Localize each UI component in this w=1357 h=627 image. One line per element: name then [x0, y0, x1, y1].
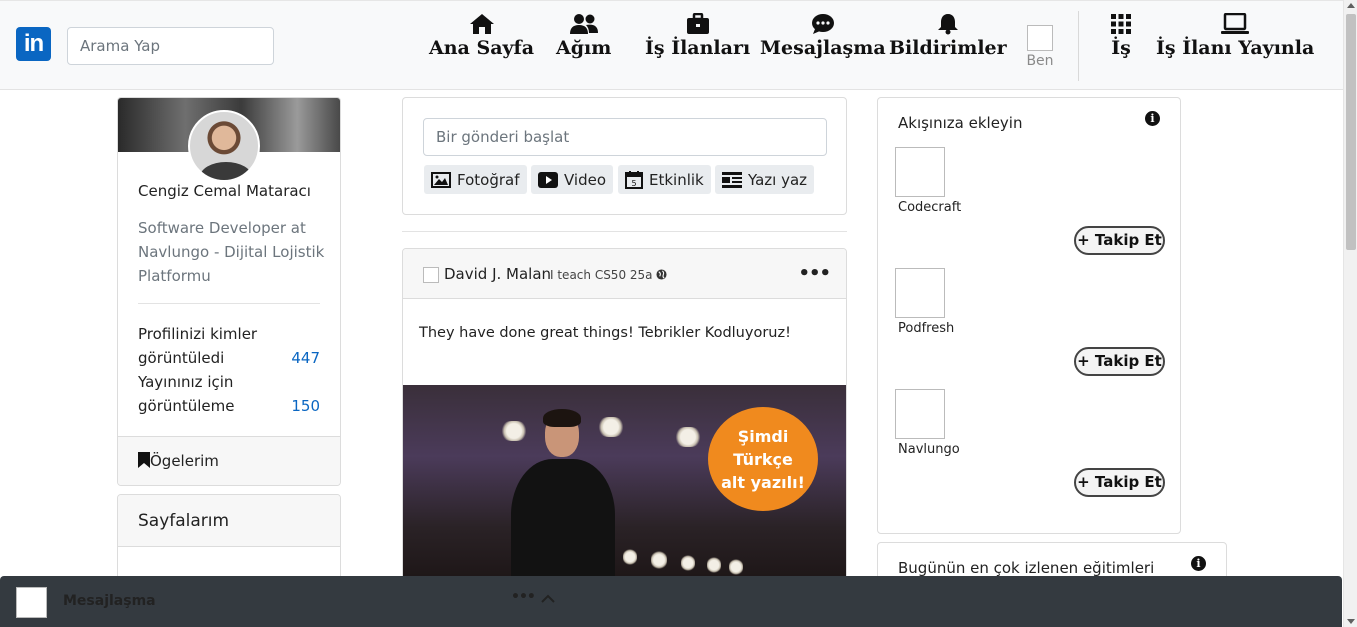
grid-icon [1111, 14, 1131, 34]
nav-label-post-job: İş İlanı Yayınla [1156, 37, 1315, 59]
globe-icon [656, 269, 667, 280]
company-name-navlungo[interactable]: Navlungo [898, 442, 960, 457]
follow-title: Akışınıza ekleyin [898, 114, 1023, 132]
post-time: 25a [629, 268, 653, 282]
stat-label: Profilinizi kimler görüntüledi [138, 325, 258, 367]
profile-avatar[interactable] [188, 110, 260, 182]
post-author[interactable]: David J. Malan [444, 265, 551, 283]
profile-card: Cengiz Cemal Mataracı Software Developer… [117, 97, 341, 486]
users-icon [569, 14, 598, 34]
my-items-link[interactable]: Ögelerim [118, 436, 340, 485]
subtitle-badge: Şimdi Türkçe alt yazılı! [708, 407, 818, 511]
nav-label-home: Ana Sayfa [429, 37, 535, 59]
messaging-label: Mesajlaşma [63, 593, 156, 609]
post-image[interactable]: Şimdi Türkçe alt yazılı! [403, 385, 846, 587]
nav-label-me: Ben [1026, 53, 1054, 69]
home-icon [469, 14, 494, 34]
video-label: Video [564, 170, 607, 189]
badge-line: Türkçe [733, 450, 793, 469]
messaging-bar[interactable]: Mesajlaşma ••• [0, 576, 1342, 627]
my-items-label: Ögelerim [150, 452, 219, 470]
photo-icon [431, 171, 451, 188]
photo-button[interactable]: Fotoğraf [424, 165, 527, 194]
messaging-avatar [16, 587, 47, 618]
profile-name[interactable]: Cengiz Cemal Mataracı [138, 182, 311, 200]
stat-value: 150 [291, 397, 320, 415]
stat-profile-views[interactable]: Profilinizi kimler görüntüledi 447 [138, 322, 320, 370]
nav-divider [1078, 11, 1079, 81]
top-navbar: in Ana Sayfa Ağım İş İlanları Mesajlaşma… [0, 0, 1343, 90]
nav-item-work[interactable]: İş [1110, 13, 1132, 59]
laptop-icon [1221, 13, 1250, 34]
event-button[interactable]: 5 Etkinlik [618, 165, 711, 194]
event-label: Etkinlik [649, 170, 704, 189]
post-text: They have done great things! Tebrikler K… [419, 325, 791, 341]
feed-divider [402, 231, 847, 232]
company-logo-podfresh[interactable] [895, 268, 945, 318]
company-logo-navlungo[interactable] [895, 389, 945, 439]
avatar-icon [1027, 25, 1053, 51]
chevron-up-icon[interactable] [541, 594, 555, 604]
post-header: David J. Malan I teach CS50 25a ••• [403, 249, 846, 299]
pages-title: Sayfalarım [118, 495, 340, 547]
nav-item-home[interactable]: Ana Sayfa [429, 13, 534, 59]
trending-title: Bugünün en çok izlenen eğitimleri [898, 559, 1155, 577]
follow-button-podfresh[interactable]: + Takip Et [1074, 347, 1165, 376]
divider [138, 303, 320, 304]
info-icon[interactable]: i [1145, 111, 1160, 126]
linkedin-logo[interactable]: in [16, 27, 51, 61]
badge-line: Şimdi [737, 427, 789, 446]
video-button[interactable]: Video [531, 165, 614, 194]
stat-label: Yayınınız için görüntüleme [138, 373, 235, 415]
badge-line: alt yazılı! [721, 473, 805, 492]
nav-label-messaging: Mesajlaşma [760, 37, 886, 59]
page-scrollbar[interactable] [1343, 0, 1357, 627]
nav-item-me[interactable]: Ben [1025, 25, 1055, 69]
calendar-icon: 5 [625, 170, 643, 189]
search-input[interactable] [67, 27, 274, 65]
article-label: Yazı yaz [748, 170, 808, 189]
post-more-button[interactable]: ••• [798, 263, 831, 284]
nav-item-post-job[interactable]: İş İlanı Yayınla [1156, 13, 1314, 59]
profile-title: Software Developer at Navlungo - Dijital… [138, 219, 325, 285]
scroll-down-arrow[interactable] [1347, 619, 1355, 624]
scroll-thumb[interactable] [1346, 14, 1356, 250]
messaging-more-button[interactable]: ••• [511, 589, 536, 605]
post-composer: Fotoğraf Video 5 Etkinlik Yazı yaz [402, 97, 847, 215]
author-avatar[interactable] [423, 267, 439, 283]
author-subtitle: I teach CS50 [550, 268, 627, 282]
article-icon [722, 171, 742, 188]
nav-label-jobs: İş İlanları [645, 37, 751, 59]
nav-item-network[interactable]: Ağım [556, 13, 611, 59]
video-icon [538, 171, 558, 188]
post-start-input[interactable] [423, 118, 827, 156]
nav-item-messaging[interactable]: Mesajlaşma [760, 13, 886, 59]
nav-label-network: Ağım [556, 37, 612, 59]
briefcase-icon [686, 13, 709, 34]
nav-item-notifications[interactable]: Bildirimler [889, 13, 1007, 59]
chat-icon [811, 14, 834, 34]
company-logo-codecraft[interactable] [895, 147, 945, 197]
svg-text:5: 5 [631, 179, 636, 188]
bell-icon [937, 14, 958, 35]
feed-post: David J. Malan I teach CS50 25a ••• They… [402, 248, 847, 588]
stat-value: 447 [291, 349, 320, 367]
presenter-figure [511, 409, 631, 587]
post-meta: I teach CS50 25a [550, 268, 667, 282]
company-name-codecraft[interactable]: Codecraft [898, 200, 961, 215]
scroll-up-arrow[interactable] [1347, 3, 1355, 8]
company-name-podfresh[interactable]: Podfresh [898, 321, 954, 336]
follow-button-codecraft[interactable]: + Takip Et [1074, 226, 1165, 255]
info-icon[interactable]: i [1191, 556, 1206, 571]
nav-label-work: İş [1111, 37, 1131, 59]
follow-suggestions-card: Akışınıza ekleyin i Codecraft + Takip Et… [877, 97, 1181, 534]
photo-label: Fotoğraf [457, 170, 520, 189]
stat-post-views[interactable]: Yayınınız için görüntüleme 150 [138, 370, 320, 418]
article-button[interactable]: Yazı yaz [715, 165, 815, 194]
nav-label-notifications: Bildirimler [889, 37, 1007, 59]
bookmark-icon [138, 452, 150, 468]
nav-item-jobs[interactable]: İş İlanları [645, 13, 750, 59]
follow-button-navlungo[interactable]: + Takip Et [1074, 468, 1165, 497]
